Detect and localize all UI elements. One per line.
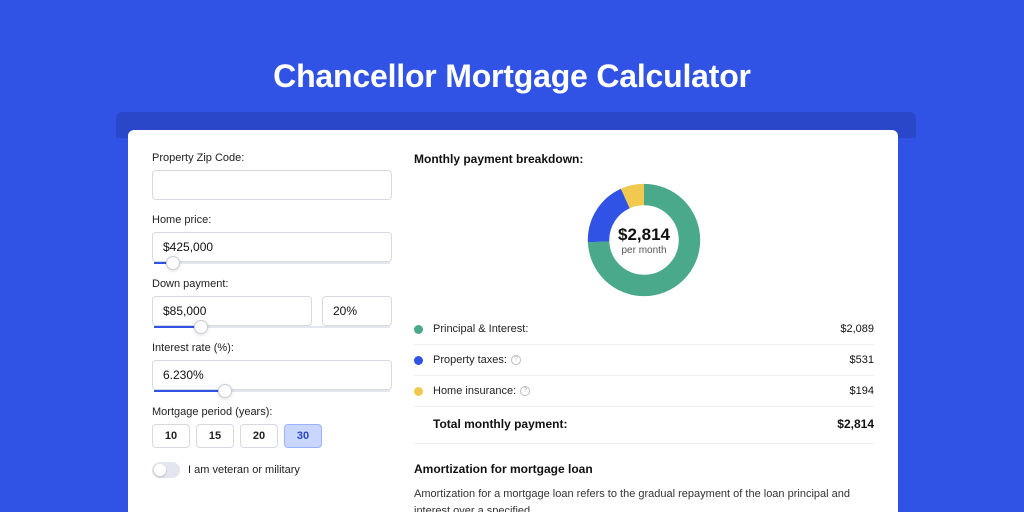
legend-row: Home insurance:?$194 <box>414 376 874 407</box>
page-title: Chancellor Mortgage Calculator <box>0 0 1024 95</box>
interest-rate-input[interactable] <box>152 360 392 390</box>
legend-amount: $531 <box>850 354 874 366</box>
amortization-text: Amortization for a mortgage loan refers … <box>414 486 874 512</box>
legend-label: Principal & Interest: <box>433 323 840 335</box>
legend-dot-icon <box>414 325 423 334</box>
donut-sub: per month <box>621 245 666 256</box>
period-label: Mortgage period (years): <box>152 406 392 418</box>
donut-wrap: $2,814 per month <box>414 180 874 300</box>
period-option-15[interactable]: 15 <box>196 424 234 448</box>
total-row: Total monthly payment: $2,814 <box>414 407 874 444</box>
legend-row: Principal & Interest:$2,089 <box>414 314 874 345</box>
breakdown-column: Monthly payment breakdown: $2,814 per mo… <box>414 152 874 512</box>
legend-dot-icon <box>414 387 423 396</box>
zip-input[interactable] <box>152 170 392 200</box>
zip-label: Property Zip Code: <box>152 152 392 164</box>
period-field: Mortgage period (years): 10152030 <box>152 406 392 448</box>
period-group: 10152030 <box>152 424 392 448</box>
legend-label: Home insurance:? <box>433 385 850 397</box>
legend-amount: $194 <box>850 385 874 397</box>
interest-rate-label: Interest rate (%): <box>152 342 392 354</box>
home-price-label: Home price: <box>152 214 392 226</box>
interest-rate-field: Interest rate (%): <box>152 342 392 392</box>
home-price-slider[interactable] <box>154 262 390 264</box>
home-price-field: Home price: <box>152 214 392 264</box>
zip-field: Property Zip Code: <box>152 152 392 200</box>
veteran-toggle[interactable] <box>152 462 180 478</box>
period-option-10[interactable]: 10 <box>152 424 190 448</box>
down-payment-label: Down payment: <box>152 278 392 290</box>
amortization-section: Amortization for mortgage loan Amortizat… <box>414 462 874 512</box>
down-payment-amount-input[interactable] <box>152 296 312 326</box>
amortization-title: Amortization for mortgage loan <box>414 462 874 476</box>
calculator-card: Property Zip Code: Home price: Down paym… <box>128 130 898 512</box>
legend: Principal & Interest:$2,089Property taxe… <box>414 314 874 407</box>
veteran-row: I am veteran or military <box>152 462 392 478</box>
down-payment-slider[interactable] <box>154 326 390 328</box>
down-payment-slider-thumb[interactable] <box>194 320 208 334</box>
info-icon[interactable]: ? <box>520 386 530 396</box>
down-payment-percent-input[interactable] <box>322 296 392 326</box>
legend-row: Property taxes:?$531 <box>414 345 874 376</box>
breakdown-title: Monthly payment breakdown: <box>414 152 874 166</box>
payment-donut: $2,814 per month <box>584 180 704 300</box>
inputs-column: Property Zip Code: Home price: Down paym… <box>152 152 392 512</box>
period-option-20[interactable]: 20 <box>240 424 278 448</box>
period-option-30[interactable]: 30 <box>284 424 322 448</box>
home-price-slider-thumb[interactable] <box>166 256 180 270</box>
legend-amount: $2,089 <box>840 323 874 335</box>
legend-dot-icon <box>414 356 423 365</box>
interest-rate-slider[interactable] <box>154 390 390 392</box>
interest-rate-slider-fill <box>154 390 225 392</box>
interest-rate-slider-thumb[interactable] <box>218 384 232 398</box>
total-label: Total monthly payment: <box>433 417 837 431</box>
legend-label: Property taxes:? <box>433 354 850 366</box>
info-icon[interactable]: ? <box>511 355 521 365</box>
home-price-input[interactable] <box>152 232 392 262</box>
veteran-label: I am veteran or military <box>188 464 300 476</box>
down-payment-field: Down payment: <box>152 278 392 328</box>
total-amount: $2,814 <box>837 417 874 431</box>
donut-value: $2,814 <box>618 225 670 245</box>
